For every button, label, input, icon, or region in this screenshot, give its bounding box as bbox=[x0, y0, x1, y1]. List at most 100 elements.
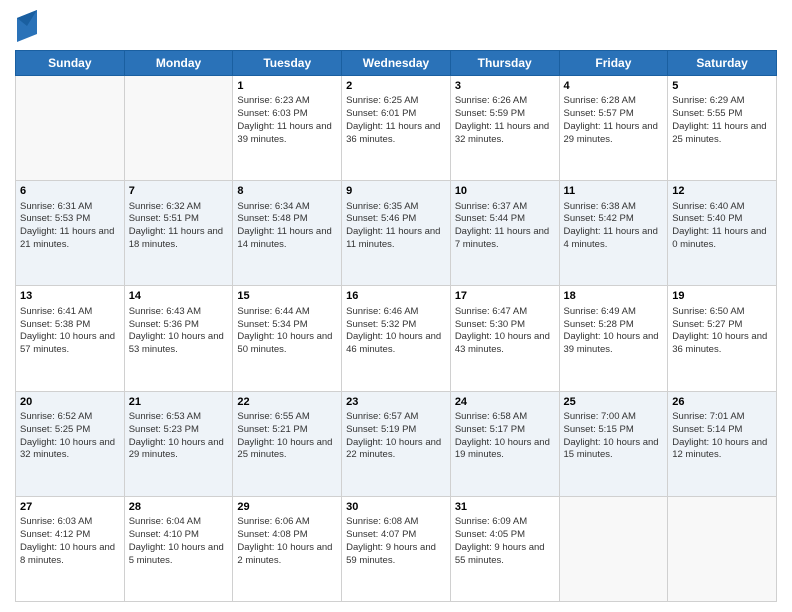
day-number: 11 bbox=[564, 184, 664, 199]
day-number: 15 bbox=[237, 289, 337, 304]
calendar-cell: 7 Sunrise: 6:32 AMSunset: 5:51 PMDaylight… bbox=[124, 181, 233, 286]
logo bbox=[15, 10, 37, 42]
day-number: 17 bbox=[455, 289, 555, 304]
day-number: 8 bbox=[237, 184, 337, 199]
calendar-cell bbox=[124, 76, 233, 181]
day-number: 21 bbox=[129, 395, 229, 410]
calendar-table: SundayMondayTuesdayWednesdayThursdayFrid… bbox=[15, 50, 777, 602]
day-detail: Sunrise: 6:29 AMSunset: 5:55 PMDaylight:… bbox=[672, 95, 772, 146]
day-detail: Sunrise: 6:25 AMSunset: 6:01 PMDaylight:… bbox=[346, 95, 446, 146]
weekday-header-tuesday: Tuesday bbox=[233, 51, 342, 76]
day-detail: Sunrise: 6:40 AMSunset: 5:40 PMDaylight:… bbox=[672, 201, 772, 252]
day-number: 4 bbox=[564, 79, 664, 94]
day-number: 6 bbox=[20, 184, 120, 199]
day-detail: Sunrise: 6:55 AMSunset: 5:21 PMDaylight:… bbox=[237, 411, 337, 462]
page: SundayMondayTuesdayWednesdayThursdayFrid… bbox=[0, 0, 792, 612]
day-detail: Sunrise: 6:50 AMSunset: 5:27 PMDaylight:… bbox=[672, 306, 772, 357]
day-detail: Sunrise: 6:35 AMSunset: 5:46 PMDaylight:… bbox=[346, 201, 446, 252]
day-detail: Sunrise: 6:47 AMSunset: 5:30 PMDaylight:… bbox=[455, 306, 555, 357]
calendar-cell: 24Sunrise: 6:58 AMSunset: 5:17 PMDayligh… bbox=[450, 391, 559, 496]
day-detail: Sunrise: 6:58 AMSunset: 5:17 PMDaylight:… bbox=[455, 411, 555, 462]
day-number: 22 bbox=[237, 395, 337, 410]
calendar-cell: 30Sunrise: 6:08 AMSunset: 4:07 PMDayligh… bbox=[342, 496, 451, 601]
calendar-cell: 31Sunrise: 6:09 AMSunset: 4:05 PMDayligh… bbox=[450, 496, 559, 601]
calendar-cell: 17 Sunrise: 6:47 AMSunset: 5:30 PMDayligh… bbox=[450, 286, 559, 391]
day-number: 29 bbox=[237, 500, 337, 515]
calendar-cell: 8 Sunrise: 6:34 AMSunset: 5:48 PMDaylight… bbox=[233, 181, 342, 286]
calendar-cell: 15 Sunrise: 6:44 AMSunset: 5:34 PMDayligh… bbox=[233, 286, 342, 391]
calendar-cell: 12 Sunrise: 6:40 AMSunset: 5:40 PMDayligh… bbox=[668, 181, 777, 286]
calendar-cell: 21Sunrise: 6:53 AMSunset: 5:23 PMDayligh… bbox=[124, 391, 233, 496]
day-detail: Sunrise: 6:41 AMSunset: 5:38 PMDaylight:… bbox=[20, 306, 120, 357]
day-number: 7 bbox=[129, 184, 229, 199]
calendar-cell: 4Sunrise: 6:28 AMSunset: 5:57 PMDaylight… bbox=[559, 76, 668, 181]
calendar-cell: 13 Sunrise: 6:41 AMSunset: 5:38 PMDayligh… bbox=[16, 286, 125, 391]
day-detail: Sunrise: 6:31 AMSunset: 5:53 PMDaylight:… bbox=[20, 201, 120, 252]
calendar-cell bbox=[559, 496, 668, 601]
day-detail: Sunrise: 6:49 AMSunset: 5:28 PMDaylight:… bbox=[564, 306, 664, 357]
day-number: 24 bbox=[455, 395, 555, 410]
day-detail: Sunrise: 6:26 AMSunset: 5:59 PMDaylight:… bbox=[455, 95, 555, 146]
weekday-header-sunday: Sunday bbox=[16, 51, 125, 76]
calendar-week-5: 27Sunrise: 6:03 AMSunset: 4:12 PMDayligh… bbox=[16, 496, 777, 601]
day-number: 28 bbox=[129, 500, 229, 515]
calendar-cell: 22Sunrise: 6:55 AMSunset: 5:21 PMDayligh… bbox=[233, 391, 342, 496]
day-number: 23 bbox=[346, 395, 446, 410]
calendar-cell: 20Sunrise: 6:52 AMSunset: 5:25 PMDayligh… bbox=[16, 391, 125, 496]
day-number: 12 bbox=[672, 184, 772, 199]
weekday-header-row: SundayMondayTuesdayWednesdayThursdayFrid… bbox=[16, 51, 777, 76]
day-number: 26 bbox=[672, 395, 772, 410]
day-number: 14 bbox=[129, 289, 229, 304]
calendar-cell: 23Sunrise: 6:57 AMSunset: 5:19 PMDayligh… bbox=[342, 391, 451, 496]
day-detail: Sunrise: 6:23 AMSunset: 6:03 PMDaylight:… bbox=[237, 95, 337, 146]
day-number: 31 bbox=[455, 500, 555, 515]
day-detail: Sunrise: 6:43 AMSunset: 5:36 PMDaylight:… bbox=[129, 306, 229, 357]
day-detail: Sunrise: 6:44 AMSunset: 5:34 PMDaylight:… bbox=[237, 306, 337, 357]
calendar-cell: 1Sunrise: 6:23 AMSunset: 6:03 PMDaylight… bbox=[233, 76, 342, 181]
day-number: 20 bbox=[20, 395, 120, 410]
calendar-cell: 28Sunrise: 6:04 AMSunset: 4:10 PMDayligh… bbox=[124, 496, 233, 601]
day-number: 5 bbox=[672, 79, 772, 94]
calendar-cell: 19 Sunrise: 6:50 AMSunset: 5:27 PMDayligh… bbox=[668, 286, 777, 391]
day-detail: Sunrise: 6:38 AMSunset: 5:42 PMDaylight:… bbox=[564, 201, 664, 252]
day-number: 16 bbox=[346, 289, 446, 304]
day-number: 19 bbox=[672, 289, 772, 304]
day-detail: Sunrise: 7:00 AMSunset: 5:15 PMDaylight:… bbox=[564, 411, 664, 462]
header bbox=[15, 10, 777, 42]
day-detail: Sunrise: 6:06 AMSunset: 4:08 PMDaylight:… bbox=[237, 516, 337, 567]
day-detail: Sunrise: 6:34 AMSunset: 5:48 PMDaylight:… bbox=[237, 201, 337, 252]
calendar-week-1: 1Sunrise: 6:23 AMSunset: 6:03 PMDaylight… bbox=[16, 76, 777, 181]
day-number: 3 bbox=[455, 79, 555, 94]
calendar-cell: 26Sunrise: 7:01 AMSunset: 5:14 PMDayligh… bbox=[668, 391, 777, 496]
day-detail: Sunrise: 6:57 AMSunset: 5:19 PMDaylight:… bbox=[346, 411, 446, 462]
weekday-header-friday: Friday bbox=[559, 51, 668, 76]
day-number: 9 bbox=[346, 184, 446, 199]
day-detail: Sunrise: 6:46 AMSunset: 5:32 PMDaylight:… bbox=[346, 306, 446, 357]
calendar-cell: 3Sunrise: 6:26 AMSunset: 5:59 PMDaylight… bbox=[450, 76, 559, 181]
day-number: 1 bbox=[237, 79, 337, 94]
day-detail: Sunrise: 6:04 AMSunset: 4:10 PMDaylight:… bbox=[129, 516, 229, 567]
day-number: 30 bbox=[346, 500, 446, 515]
day-detail: Sunrise: 6:37 AMSunset: 5:44 PMDaylight:… bbox=[455, 201, 555, 252]
calendar-cell: 2Sunrise: 6:25 AMSunset: 6:01 PMDaylight… bbox=[342, 76, 451, 181]
day-number: 27 bbox=[20, 500, 120, 515]
weekday-header-monday: Monday bbox=[124, 51, 233, 76]
calendar-cell bbox=[668, 496, 777, 601]
calendar-cell: 29Sunrise: 6:06 AMSunset: 4:08 PMDayligh… bbox=[233, 496, 342, 601]
calendar-week-4: 20Sunrise: 6:52 AMSunset: 5:25 PMDayligh… bbox=[16, 391, 777, 496]
day-detail: Sunrise: 6:03 AMSunset: 4:12 PMDaylight:… bbox=[20, 516, 120, 567]
day-detail: Sunrise: 6:53 AMSunset: 5:23 PMDaylight:… bbox=[129, 411, 229, 462]
day-number: 2 bbox=[346, 79, 446, 94]
day-detail: Sunrise: 6:32 AMSunset: 5:51 PMDaylight:… bbox=[129, 201, 229, 252]
weekday-header-saturday: Saturday bbox=[668, 51, 777, 76]
day-number: 13 bbox=[20, 289, 120, 304]
day-detail: Sunrise: 6:28 AMSunset: 5:57 PMDaylight:… bbox=[564, 95, 664, 146]
calendar-week-2: 6 Sunrise: 6:31 AMSunset: 5:53 PMDaylight… bbox=[16, 181, 777, 286]
calendar-cell: 11 Sunrise: 6:38 AMSunset: 5:42 PMDayligh… bbox=[559, 181, 668, 286]
day-detail: Sunrise: 7:01 AMSunset: 5:14 PMDaylight:… bbox=[672, 411, 772, 462]
day-number: 10 bbox=[455, 184, 555, 199]
weekday-header-thursday: Thursday bbox=[450, 51, 559, 76]
day-number: 18 bbox=[564, 289, 664, 304]
calendar-cell: 5Sunrise: 6:29 AMSunset: 5:55 PMDaylight… bbox=[668, 76, 777, 181]
weekday-header-wednesday: Wednesday bbox=[342, 51, 451, 76]
